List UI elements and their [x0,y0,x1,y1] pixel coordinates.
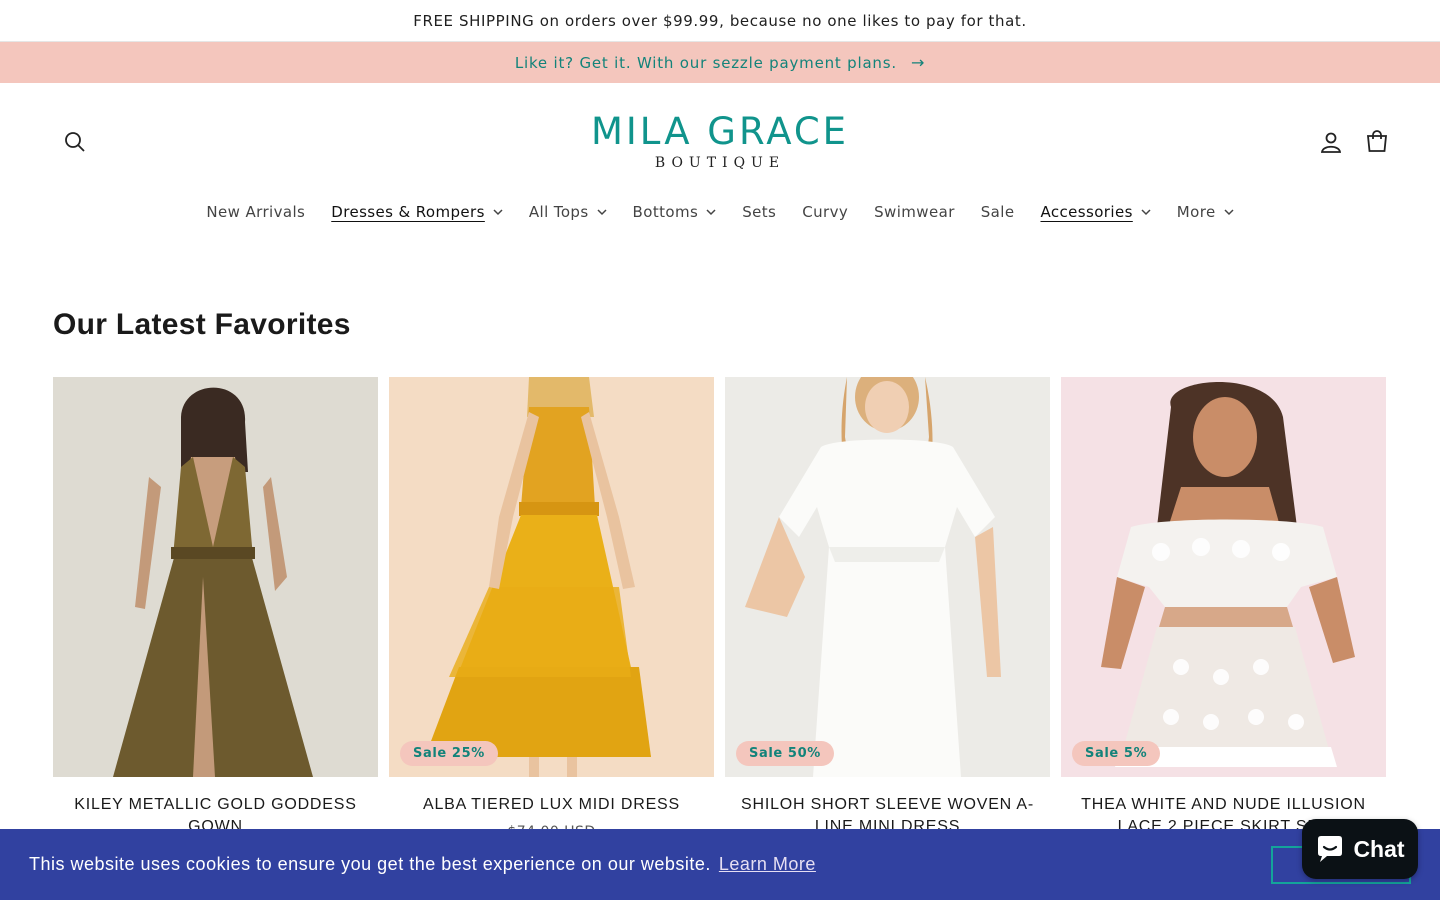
logo-subtitle[interactable]: BOUTIQUE [0,155,1440,171]
nav-item-accessories[interactable]: Accessories [1027,203,1163,221]
cart-icon [1367,130,1387,152]
nav-item-label[interactable]: All Tops [529,203,589,221]
chevron-down-icon[interactable] [1141,207,1151,217]
sale-badge: Sale 50% [736,741,834,766]
sale-badge: Sale 5% [1072,741,1161,766]
announcement-text: FREE SHIPPING on orders over $99.99, bec… [413,11,1027,30]
site-header: MILA GRACE BOUTIQUE [0,83,1440,193]
nav-item-label[interactable]: New Arrivals [206,203,305,221]
chevron-down-icon[interactable] [1224,207,1234,217]
product-title[interactable]: ALBA TIERED LUX MIDI DRESS [389,777,714,816]
product-photo-gold-gown [53,377,378,777]
nav-item-bottoms[interactable]: Bottoms [620,203,730,221]
nav-item-label[interactable]: Bottoms [633,203,699,221]
main-navigation: New Arrivals Dresses & Rompers All Tops Bot… [0,193,1440,253]
sale-badge: Sale 25% [400,741,498,766]
nav-item-all-tops[interactable]: All Tops [516,203,620,221]
product-image[interactable]: Sale 50% [725,377,1050,777]
product-image[interactable]: Sale 25% [389,377,714,777]
product-card[interactable]: Sale 5% THEA WHITE AND NUDE ILLUSION LAC… [1061,377,1386,840]
user-icon [1320,132,1342,153]
chat-bubble-icon [1318,836,1343,862]
nav-item-swimwear[interactable]: Swimwear [861,203,968,221]
nav-item-sale[interactable]: Sale [968,203,1028,221]
product-photo-yellow-dress [389,377,714,777]
chat-label[interactable]: Chat [1353,836,1404,863]
nav-item-label[interactable]: Accessories [1040,203,1132,221]
logo-title[interactable]: MILA GRACE [0,113,1440,150]
section-title: Our Latest Favorites [53,308,351,341]
nav-item-curvy[interactable]: Curvy [789,203,861,221]
chat-button[interactable]: Chat [1302,819,1418,879]
cart-button[interactable] [1364,129,1390,155]
nav-item-label[interactable]: Sale [981,203,1015,221]
nav-item-new-arrivals[interactable]: New Arrivals [193,203,318,221]
product-photo-white-dress [725,377,1050,777]
chevron-down-icon[interactable] [706,207,716,217]
product-grid: KILEY METALLIC GOLD GODDESS GOWN Sale 25… [53,377,1386,840]
product-card[interactable]: Sale 25% ALBA TIERED LUX MIDI DRESS $74.… [389,377,714,840]
nav-item-more[interactable]: More [1164,203,1247,221]
product-image[interactable]: Sale 5% [1061,377,1386,777]
arrow-right-icon[interactable]: → [911,53,925,72]
announcement-bar: FREE SHIPPING on orders over $99.99, bec… [0,0,1440,42]
nav-item-label[interactable]: Curvy [802,203,848,221]
account-button[interactable] [1318,129,1344,155]
nav-item-label[interactable]: Sets [742,203,776,221]
promo-bar[interactable]: Like it? Get it. With our sezzle payment… [0,42,1440,83]
nav-item-label[interactable]: Dresses & Rompers [331,203,485,221]
product-card[interactable]: Sale 50% SHILOH SHORT SLEEVE WOVEN A-LIN… [725,377,1050,840]
learn-more-link[interactable]: Learn More [719,854,816,875]
product-photo-lace-set [1061,377,1386,777]
chevron-down-icon[interactable] [493,207,503,217]
nav-item-dresses-rompers[interactable]: Dresses & Rompers [318,203,516,221]
cookie-message: This website uses cookies to ensure you … [29,854,711,874]
product-card[interactable]: KILEY METALLIC GOLD GODDESS GOWN [53,377,378,840]
site-logo[interactable]: MILA GRACE BOUTIQUE [0,113,1440,171]
nav-item-sets[interactable]: Sets [729,203,789,221]
chevron-down-icon[interactable] [597,207,607,217]
cookie-banner: This website uses cookies to ensure you … [0,829,1440,900]
nav-item-label[interactable]: Swimwear [874,203,955,221]
nav-item-label[interactable]: More [1177,203,1216,221]
product-image[interactable] [53,377,378,777]
promo-text[interactable]: Like it? Get it. With our sezzle payment… [515,54,897,72]
